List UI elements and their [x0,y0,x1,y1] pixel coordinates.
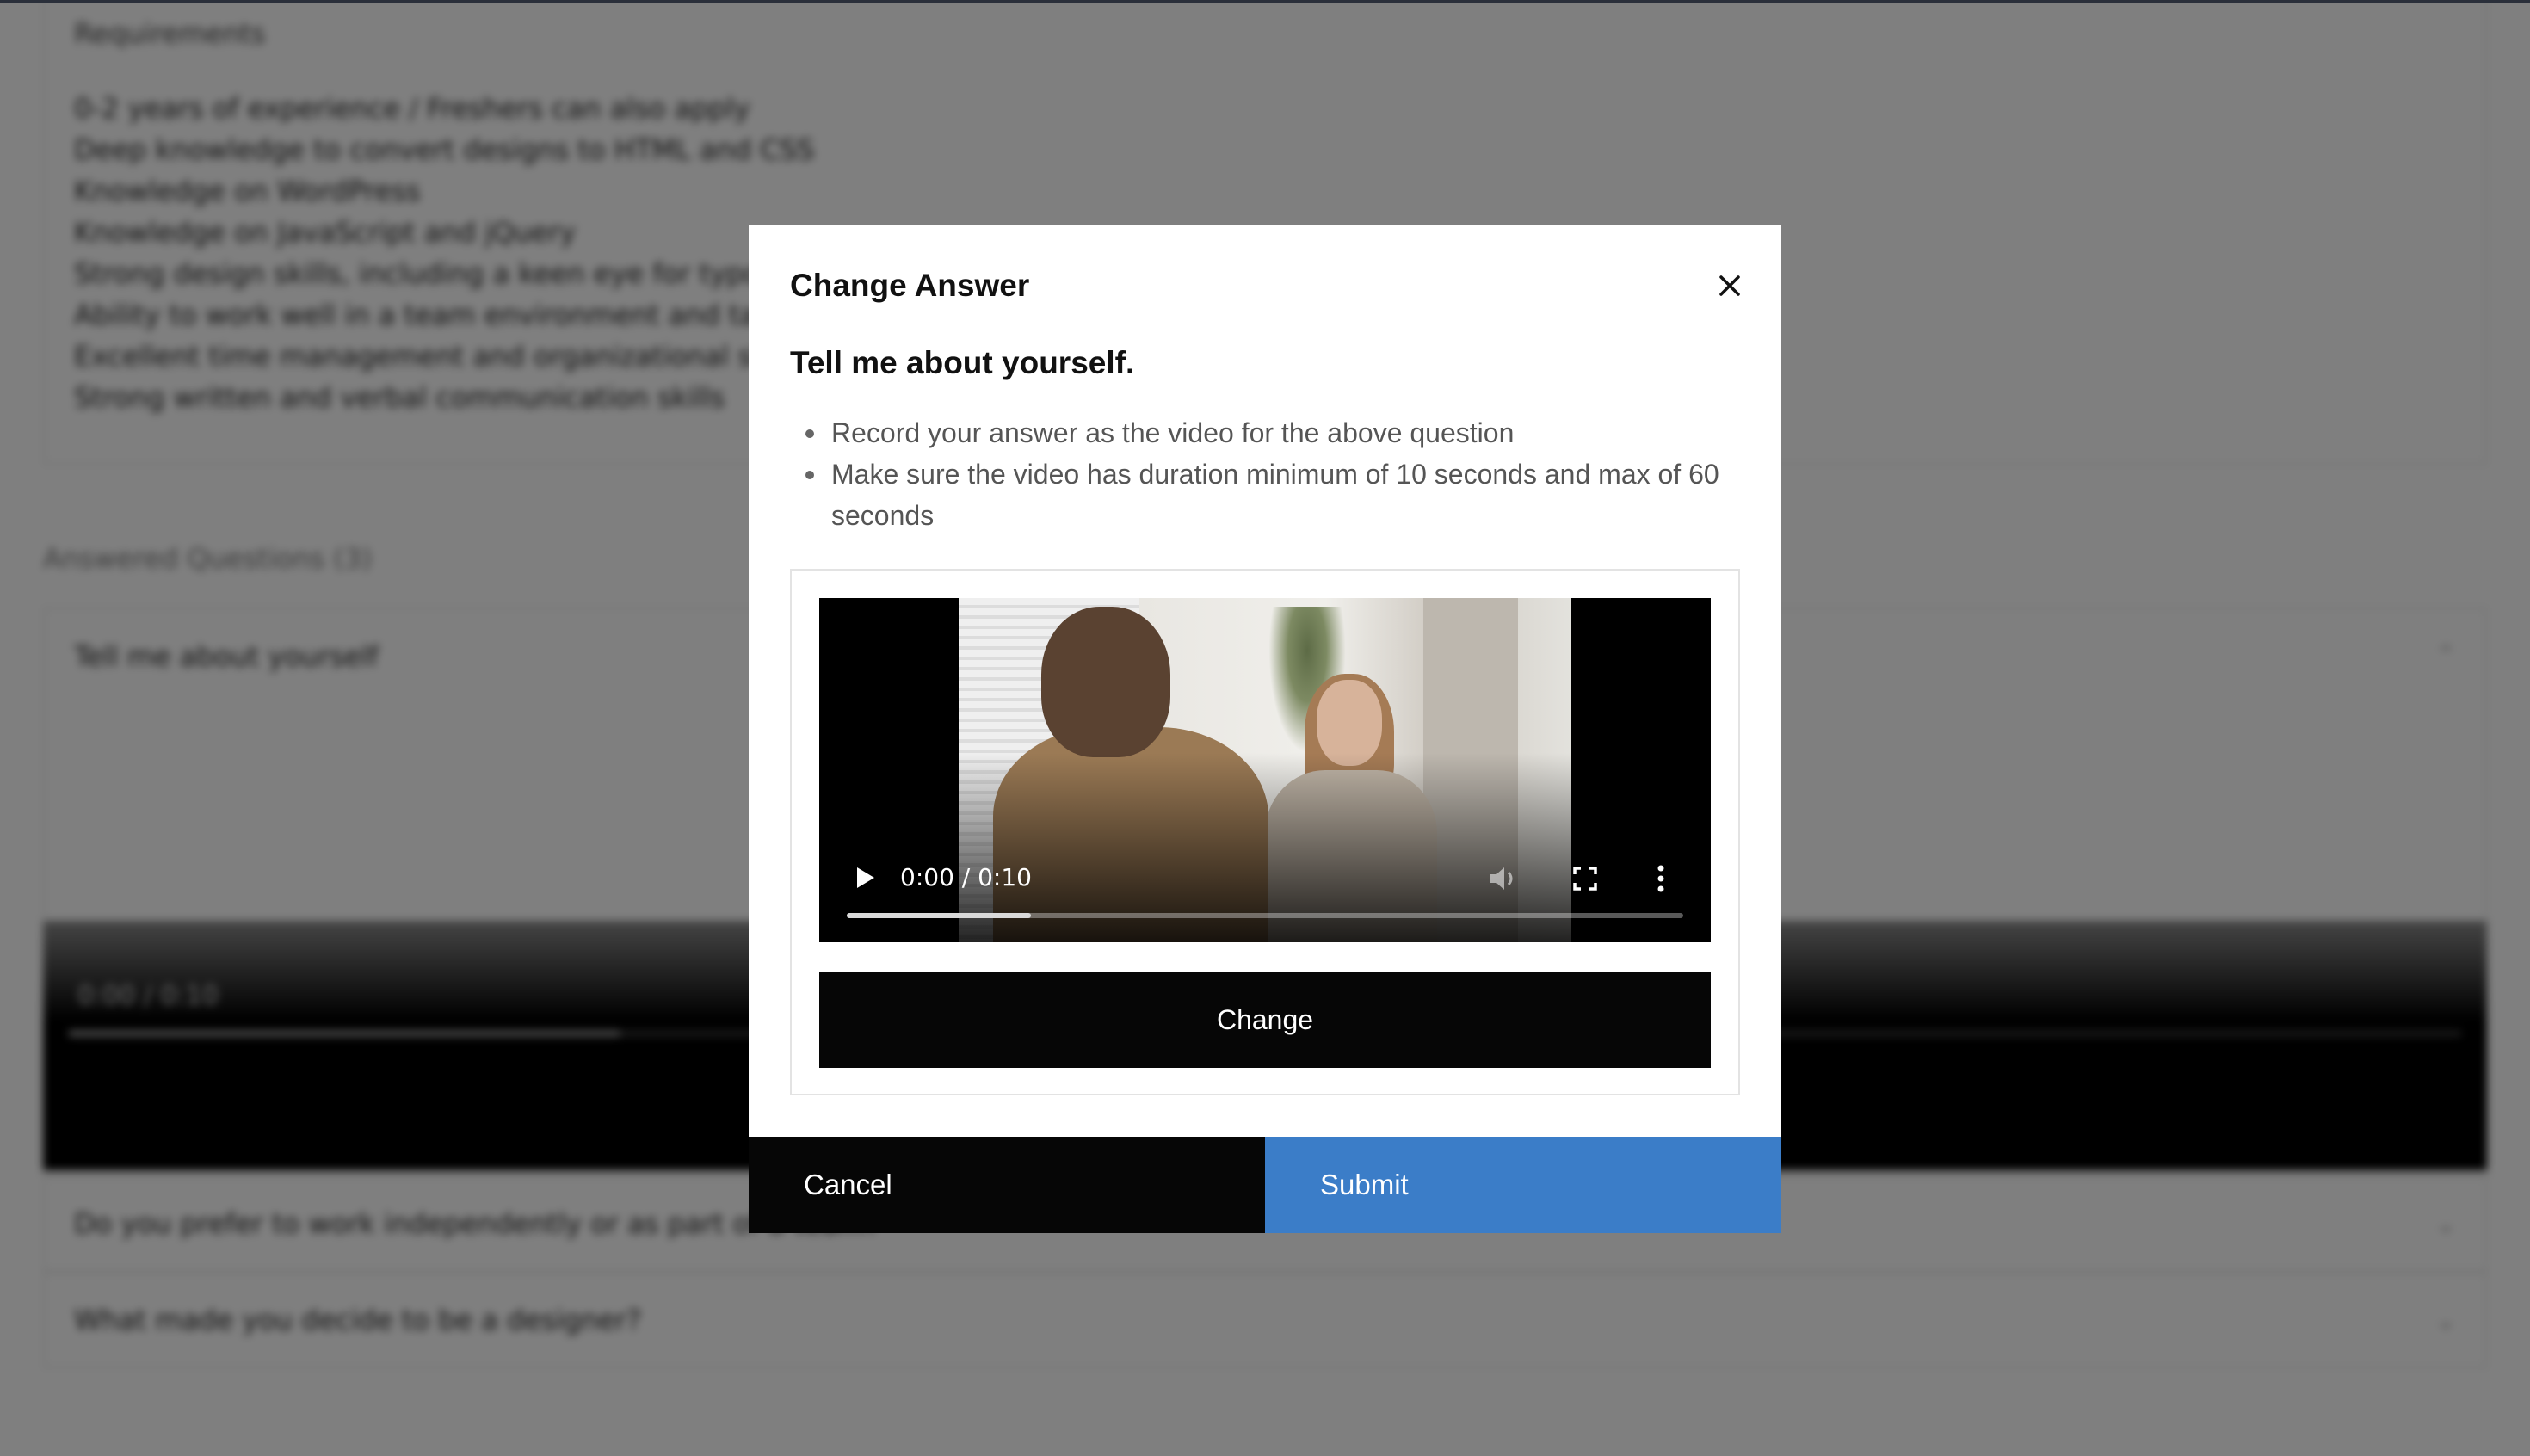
video-answer-box: 0:00 / 0:10 Change [790,569,1740,1095]
instruction-item: Make sure the video has duration minimum… [790,453,1745,536]
video-player[interactable]: 0:00 / 0:10 [819,598,1711,942]
modal-footer: Cancel Submit [749,1137,1781,1233]
close-icon[interactable] [1712,268,1747,303]
video-controls: 0:00 / 0:10 [819,830,1711,942]
question-text: Tell me about yourself. [790,345,1135,380]
fullscreen-icon[interactable] [1568,861,1602,896]
change-answer-modal: Change Answer Tell me about yourself. Re… [749,225,1781,1233]
cancel-button[interactable]: Cancel [749,1137,1265,1233]
top-border [0,0,2530,3]
modal-header: Change Answer [790,256,1747,316]
play-icon[interactable] [852,863,878,892]
instruction-item: Record your answer as the video for the … [790,412,1745,453]
change-video-button[interactable]: Change [819,972,1711,1068]
video-progress-fill [847,913,1031,918]
video-progress-bar[interactable] [847,913,1683,918]
volume-icon[interactable] [1485,861,1520,896]
more-options-icon[interactable] [1652,860,1669,898]
instructions-list: Record your answer as the video for the … [790,412,1745,536]
submit-button[interactable]: Submit [1265,1137,1781,1233]
modal-title: Change Answer [790,268,1030,303]
video-time: 0:00 / 0:10 [900,863,1032,891]
